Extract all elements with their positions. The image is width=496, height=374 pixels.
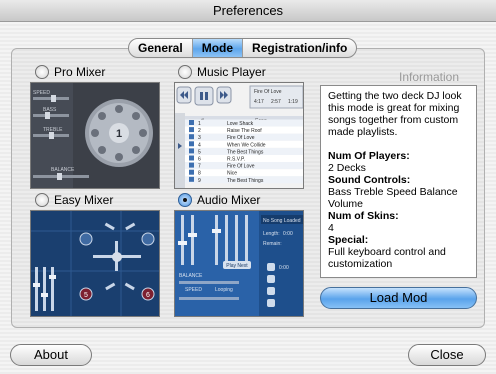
easy-mixer-preview[interactable]: 5 6 (30, 210, 160, 317)
audio-length-label: Length: (263, 231, 280, 237)
playlist-row[interactable]: 4 When We Collide (185, 140, 304, 149)
easy-deck-6: 6 (146, 292, 150, 299)
music-player-label: Music Player (197, 65, 266, 79)
playlist-checkbox[interactable] (189, 176, 194, 182)
audio-mixer-radio[interactable] (178, 193, 192, 207)
easy-mixer-option[interactable]: Easy Mixer (35, 193, 113, 207)
playlist-row[interactable]: 2 Raise The Roof (185, 126, 304, 135)
audio-speed-label: SPEED (185, 287, 202, 293)
playlist-checkbox[interactable] (189, 162, 194, 168)
playlist-row-song: Raise The Roof (227, 128, 262, 134)
pro-mixer-preview[interactable]: SPEED BASS TREBLE BALANCE 1 (30, 82, 160, 189)
audio-remain-label: Remain: (263, 241, 282, 247)
music-player-preview[interactable]: Fire Of Love 4:17 2:57 1:19 # Song 1Love… (174, 82, 304, 189)
playlist-row-number: 4 (198, 142, 201, 148)
info-skins-label: Num of Skins: (328, 210, 399, 222)
information-heading: Information (399, 70, 460, 84)
audio-small-value: 0:00 (279, 265, 289, 271)
audio-status: No Song Loaded (263, 218, 301, 224)
playlist-checkbox[interactable] (189, 134, 194, 140)
tab-general[interactable]: General (129, 39, 193, 57)
playlist-row-song: The Best Things (227, 178, 264, 184)
info-skins-value: 4 (328, 222, 334, 234)
pro-mixer-option[interactable]: Pro Mixer (35, 65, 105, 79)
playlist-checkbox[interactable] (189, 169, 194, 175)
playlist-row[interactable]: 5 The Best Things (185, 147, 304, 156)
tab-mode[interactable]: Mode (192, 39, 244, 57)
playlist-row[interactable]: 6 R.S.V.P. (185, 155, 304, 163)
window-title: Preferences (0, 0, 496, 22)
playlist-row-number: 8 (198, 171, 201, 177)
playlist-checkbox[interactable] (189, 120, 194, 125)
tab-bar: General Mode Registration/info (128, 38, 358, 58)
pro-mixer-radio[interactable] (35, 65, 49, 79)
playlist-row-song: Fire Of Love (227, 164, 255, 170)
pro-deck-number: 1 (116, 128, 122, 140)
easy-deck-5: 5 (84, 292, 88, 299)
info-special-label: Special: (328, 234, 369, 246)
pro-speed-label: SPEED (33, 90, 50, 96)
info-special-value: Full keyboard control and customization (328, 246, 446, 270)
easy-mixer-label: Easy Mixer (54, 193, 114, 207)
tab-registration-info[interactable]: Registration/info (243, 39, 356, 57)
playlist-row-number: 5 (198, 149, 201, 155)
playlist-row-song: The Best Things (227, 149, 264, 155)
playlist-row-number: 2 (198, 128, 201, 134)
playlist-row-song: Fire Of Love (227, 135, 255, 141)
audio-looping-label: Looping (215, 287, 233, 293)
information-box: Getting the two deck DJ look this mode i… (320, 85, 477, 278)
load-mod-button[interactable]: Load Mod (320, 287, 477, 309)
playlist-row-song: Nice (227, 171, 237, 177)
playlist-row-number: 9 (198, 178, 201, 184)
playlist-row-number: 3 (198, 135, 201, 141)
info-players-value: 2 Decks (328, 162, 366, 174)
audio-balance-label: BALANCE (179, 273, 203, 279)
playlist-row[interactable]: 3 Fire Of Love (185, 133, 304, 142)
audio-mixer-preview[interactable]: No Song Loaded Length: 0:00 Remain: Play… (174, 210, 304, 317)
playlist-row-number: 6 (198, 157, 201, 163)
music-now-playing: Fire Of Love (254, 89, 282, 95)
playlist-row-song: R.S.V.P. (227, 157, 245, 163)
playlist-row[interactable]: 1 Love Shack (185, 119, 304, 128)
playlist-row-number: 7 (198, 164, 201, 170)
audio-mixer-option[interactable]: Audio Mixer (178, 193, 260, 207)
pro-balance-label: BALANCE (51, 167, 75, 173)
audio-play-next: Play Next (226, 263, 248, 269)
audio-mixer-label: Audio Mixer (197, 193, 261, 207)
music-time-2: 2:57 (271, 99, 281, 105)
music-time-1: 4:17 (254, 99, 264, 105)
playlist-checkbox[interactable] (189, 141, 194, 147)
info-players-label: Num Of Players: (328, 150, 410, 162)
playlist-row-number: 1 (198, 121, 201, 127)
playlist-row[interactable]: 8 Nice (185, 169, 304, 177)
playlist-row[interactable]: 7 Fire Of Love (185, 162, 304, 170)
pro-mixer-label: Pro Mixer (54, 65, 106, 79)
playlist-row-song: When We Collide (227, 142, 266, 148)
music-time-3: 1:19 (288, 99, 298, 105)
about-button[interactable]: About (10, 344, 92, 366)
easy-mixer-radio[interactable] (35, 193, 49, 207)
playlist-checkbox[interactable] (189, 148, 194, 154)
information-description: Getting the two deck DJ look this mode i… (328, 90, 462, 138)
close-button[interactable]: Close (408, 344, 486, 366)
music-player-radio[interactable] (178, 65, 192, 79)
info-sound-value: Bass Treble Speed Balance Volume (328, 186, 458, 210)
playlist-row-song: Love Shack (227, 121, 254, 127)
music-player-option[interactable]: Music Player (178, 65, 266, 79)
playlist-checkbox[interactable] (189, 127, 194, 133)
playlist-checkbox[interactable] (189, 155, 194, 161)
audio-length-value: 0:00 (283, 231, 293, 237)
info-sound-label: Sound Controls: (328, 174, 411, 186)
playlist-row[interactable]: 9 The Best Things (185, 176, 304, 184)
